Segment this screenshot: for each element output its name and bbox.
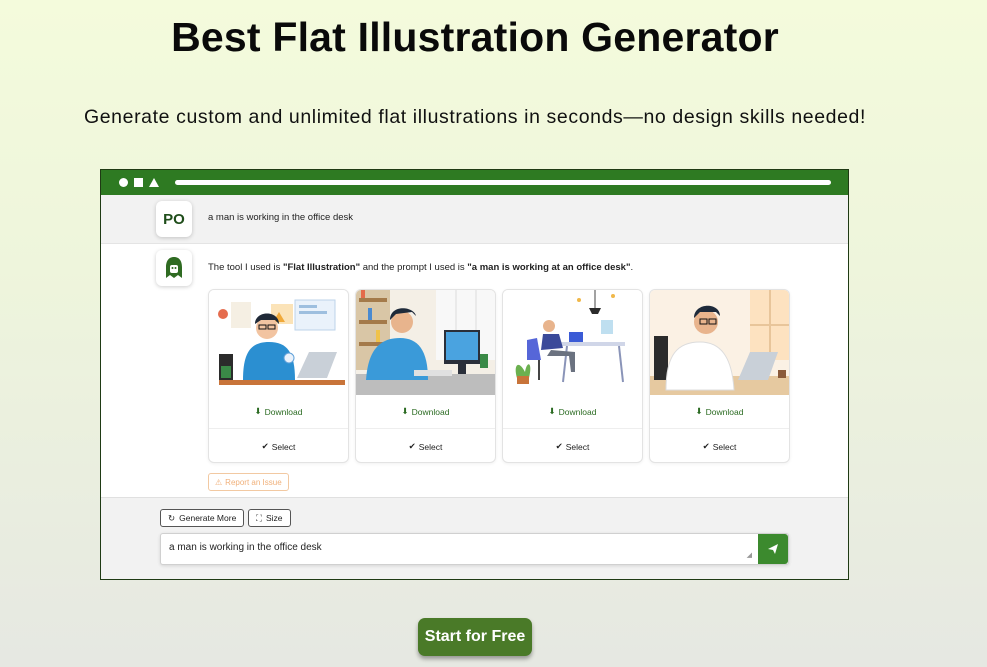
image-results: ⬇ Download ✔ Select ⬇ Download ✔ Select … bbox=[208, 289, 790, 463]
send-icon bbox=[768, 544, 778, 554]
window-titlebar bbox=[101, 170, 848, 195]
start-for-free-button[interactable]: Start for Free bbox=[418, 618, 532, 656]
download-button[interactable]: ⬇ Download bbox=[209, 395, 348, 429]
result-card: ⬇ Download ✔ Select bbox=[355, 289, 496, 463]
download-button[interactable]: ⬇ Download bbox=[503, 395, 642, 429]
address-bar bbox=[175, 180, 831, 185]
check-icon: ✔ bbox=[555, 441, 563, 451]
report-issue-button[interactable]: ⚠ Report an Issue bbox=[208, 473, 289, 491]
check-icon: ✔ bbox=[702, 441, 710, 451]
prompt-input[interactable] bbox=[169, 542, 739, 553]
select-button[interactable]: ✔ Select bbox=[356, 429, 495, 462]
size-label: Size bbox=[265, 513, 283, 523]
download-label: Download bbox=[411, 406, 450, 417]
flag-icon: ⚠ bbox=[215, 477, 223, 487]
result-image[interactable] bbox=[356, 290, 495, 395]
download-button[interactable]: ⬇ Download bbox=[356, 395, 495, 429]
download-label: Download bbox=[264, 406, 303, 417]
select-button[interactable]: ✔ Select bbox=[650, 429, 789, 462]
generate-more-button[interactable]: ↻ Generate More bbox=[160, 509, 245, 527]
resize-grip-icon[interactable]: ◢ bbox=[747, 551, 752, 559]
user-message-row: PO a man is working in the office desk bbox=[101, 195, 848, 244]
user-avatar: PO bbox=[156, 201, 192, 237]
select-label: Select bbox=[418, 441, 443, 452]
result-image[interactable] bbox=[503, 290, 642, 395]
bot-message: The tool I used is "Flat Illustration" a… bbox=[208, 262, 633, 273]
bot-logo-icon bbox=[166, 257, 182, 278]
bot-mid-text: and the prompt I used is bbox=[360, 262, 468, 273]
result-image[interactable] bbox=[650, 290, 789, 395]
download-label: Download bbox=[558, 406, 597, 417]
bot-tool-name: "Flat Illustration" bbox=[282, 262, 361, 273]
bot-prompt-text: "a man is working at an office desk" bbox=[467, 262, 631, 273]
result-card: ⬇ Download ✔ Select bbox=[208, 289, 349, 463]
send-button[interactable] bbox=[758, 534, 788, 564]
download-icon: ⬇ bbox=[548, 406, 556, 416]
refresh-icon: ↻ bbox=[168, 512, 176, 523]
bot-message-row: The tool I used is "Flat Illustration" a… bbox=[101, 244, 848, 497]
size-button[interactable]: ⛶ Size bbox=[248, 509, 291, 527]
app-mockup-window: PO a man is working in the office desk T… bbox=[100, 169, 849, 580]
prompt-box: ◢ bbox=[160, 533, 789, 565]
download-label: Download bbox=[705, 406, 744, 417]
triangle-icon bbox=[149, 178, 159, 187]
result-image[interactable] bbox=[209, 290, 348, 395]
page-title: Best Flat Illustration Generator bbox=[171, 14, 779, 60]
composer-area: ↻ Generate More ⛶ Size ◢ bbox=[101, 497, 848, 579]
result-card: ⬇ Download ✔ Select bbox=[502, 289, 643, 463]
square-icon bbox=[134, 178, 143, 187]
select-button[interactable]: ✔ Select bbox=[503, 429, 642, 462]
bot-end-text: . bbox=[630, 262, 634, 273]
download-icon: ⬇ bbox=[401, 406, 409, 416]
page-subtitle: Generate custom and unlimited flat illus… bbox=[83, 106, 867, 128]
download-icon: ⬇ bbox=[254, 406, 262, 416]
select-label: Select bbox=[565, 441, 590, 452]
download-button[interactable]: ⬇ Download bbox=[650, 395, 789, 429]
bot-intro-text: The tool I used is bbox=[208, 262, 283, 273]
download-icon: ⬇ bbox=[695, 406, 703, 416]
bot-avatar bbox=[156, 250, 192, 286]
check-icon: ✔ bbox=[408, 441, 416, 451]
circle-icon bbox=[119, 178, 128, 187]
result-card: ⬇ Download ✔ Select bbox=[649, 289, 790, 463]
report-label: Report an Issue bbox=[225, 477, 282, 487]
user-message: a man is working in the office desk bbox=[208, 212, 354, 223]
select-label: Select bbox=[712, 441, 737, 452]
generate-more-label: Generate More bbox=[179, 513, 237, 523]
expand-icon: ⛶ bbox=[256, 512, 262, 523]
select-button[interactable]: ✔ Select bbox=[209, 429, 348, 462]
select-label: Select bbox=[271, 441, 296, 452]
check-icon: ✔ bbox=[261, 441, 269, 451]
